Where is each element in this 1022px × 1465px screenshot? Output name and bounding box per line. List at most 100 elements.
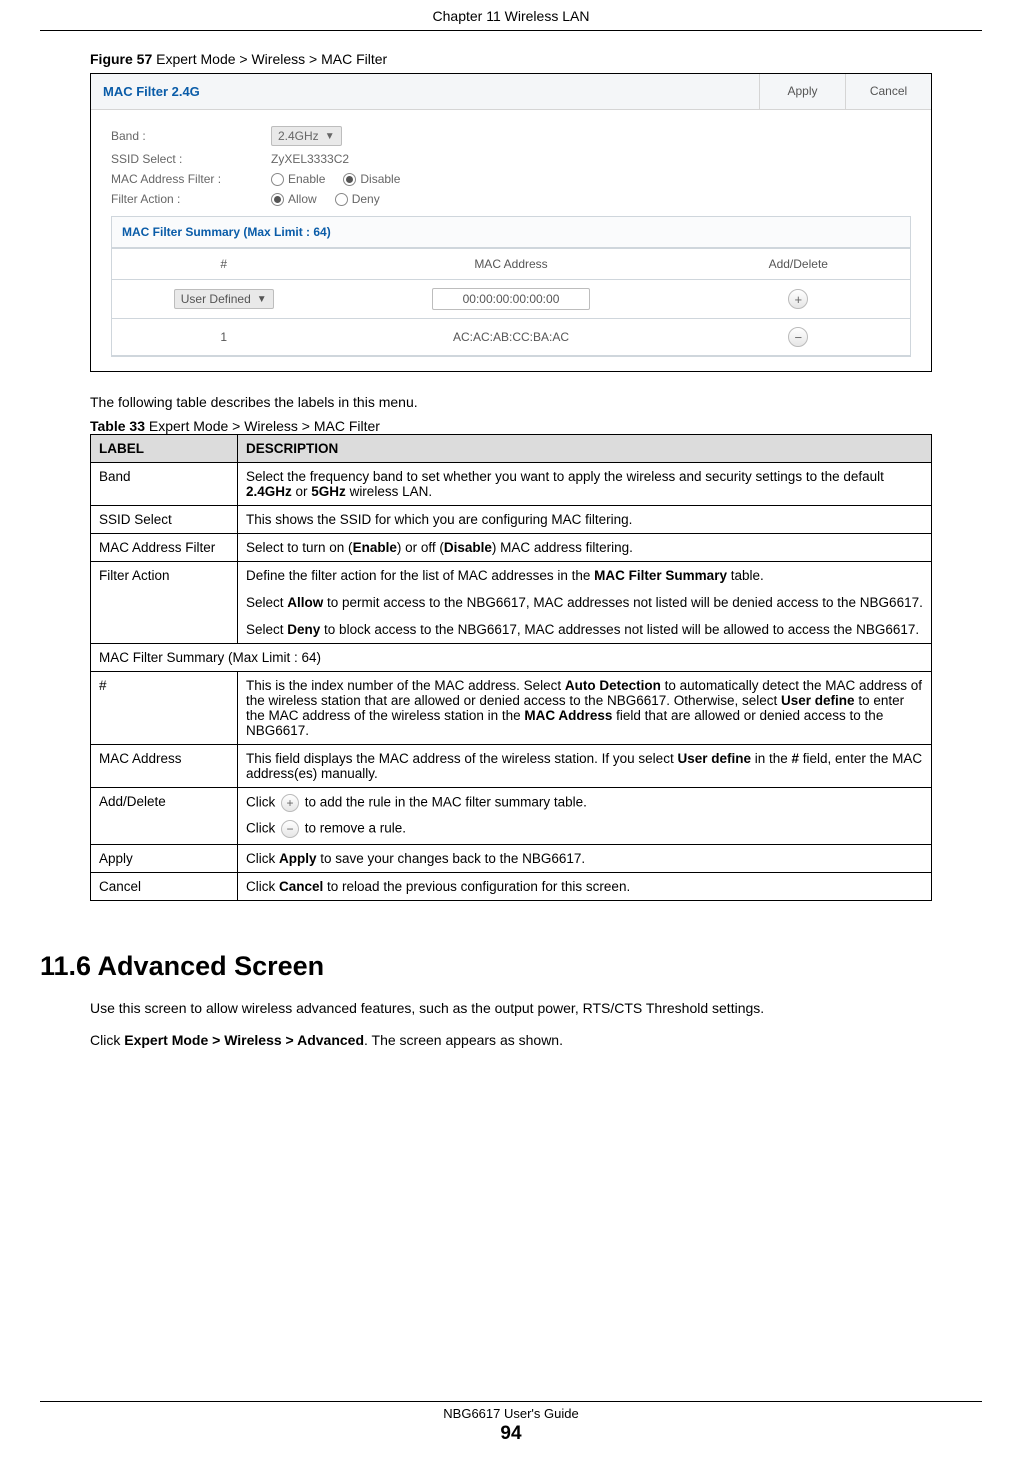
band-select[interactable]: 2.4GHz ▼ xyxy=(271,126,342,146)
deny-radio-label: Deny xyxy=(352,192,380,206)
cell-label: Apply xyxy=(91,845,238,873)
bold-text: Auto Detection xyxy=(565,678,661,693)
table-title: Expert Mode > Wireless > MAC Filter xyxy=(145,418,380,434)
cell-label: Filter Action xyxy=(91,562,238,644)
text: to add the rule in the MAC filter summar… xyxy=(301,795,587,810)
section-paragraph-1: Use this screen to allow wireless advanc… xyxy=(90,1000,932,1016)
row-ssid: SSID Select This shows the SSID for whic… xyxy=(91,506,932,534)
disable-radio[interactable] xyxy=(343,173,356,186)
figure-title: Expert Mode > Wireless > MAC Filter xyxy=(152,51,387,67)
text: in the xyxy=(751,751,792,766)
bold-text: 2.4GHz xyxy=(246,484,292,499)
allow-radio[interactable] xyxy=(271,193,284,206)
cell-desc: This field displays the MAC address of t… xyxy=(238,745,932,788)
row-filter-action: Filter Action Define the filter action f… xyxy=(91,562,932,644)
filter-action-label: Filter Action : xyxy=(111,192,271,206)
delete-icon[interactable]: − xyxy=(788,327,808,347)
cell-desc: Define the filter action for the list of… xyxy=(238,562,932,644)
cell-desc: This shows the SSID for which you are co… xyxy=(238,506,932,534)
text: Click xyxy=(246,795,279,810)
cell-label: MAC Address Filter xyxy=(91,534,238,562)
text: to save your changes back to the NBG6617… xyxy=(317,851,586,866)
text: Select xyxy=(246,595,287,610)
add-icon: + xyxy=(281,794,299,812)
footer-guide-name: NBG6617 User's Guide xyxy=(0,1406,1022,1421)
text: Select to turn on ( xyxy=(246,540,353,555)
band-select-value: 2.4GHz xyxy=(278,129,319,143)
cell-desc: Select the frequency band to set whether… xyxy=(238,463,932,506)
row-type-select[interactable]: User Defined ▼ xyxy=(174,289,274,309)
mac-filter-summary: MAC Filter Summary (Max Limit : 64) # MA… xyxy=(111,216,911,357)
bold-text: Allow xyxy=(287,595,323,610)
bold-text: # xyxy=(792,751,800,766)
text: Click xyxy=(246,879,279,894)
panel-title: MAC Filter 2.4G xyxy=(91,74,759,109)
cancel-button[interactable]: Cancel xyxy=(845,74,931,109)
figure-caption: Figure 57 Expert Mode > Wireless > MAC F… xyxy=(90,51,932,67)
table-number: Table 33 xyxy=(90,418,145,434)
row-mac-address-filter: MAC Address Filter Select to turn on (En… xyxy=(91,534,932,562)
footer-page-number: 94 xyxy=(0,1423,1022,1445)
deny-radio[interactable] xyxy=(335,193,348,206)
add-icon[interactable]: + xyxy=(788,289,808,309)
summary-row-input: User Defined ▼ 00:00:00:00:00:00 + xyxy=(112,280,910,319)
cell-label: SSID Select xyxy=(91,506,238,534)
row-mac-address: MAC Address This field displays the MAC … xyxy=(91,745,932,788)
text: to remove a rule. xyxy=(301,821,406,836)
th-label: LABEL xyxy=(91,435,238,463)
bold-text: MAC Filter Summary xyxy=(594,568,727,583)
cell-label: MAC Address xyxy=(91,745,238,788)
text: ) or off ( xyxy=(397,540,444,555)
section-heading: 11.6 Advanced Screen xyxy=(40,951,932,982)
figure-number: Figure 57 xyxy=(90,51,152,67)
enable-radio[interactable] xyxy=(271,173,284,186)
description-table: LABEL DESCRIPTION Band Select the freque… xyxy=(90,434,932,901)
intro-text: The following table describes the labels… xyxy=(90,394,932,410)
enable-radio-label: Enable xyxy=(288,172,325,186)
cell-desc: Click Apply to save your changes back to… xyxy=(238,845,932,873)
text: Define the filter action for the list of… xyxy=(246,568,594,583)
cell-desc: Click + to add the rule in the MAC filte… xyxy=(238,788,932,845)
chevron-down-icon: ▼ xyxy=(257,294,267,305)
cell-subhead: MAC Filter Summary (Max Limit : 64) xyxy=(91,644,932,672)
row-summary-subhead: MAC Filter Summary (Max Limit : 64) xyxy=(91,644,932,672)
delete-icon: − xyxy=(281,820,299,838)
text: table. xyxy=(727,568,764,583)
bold-text: 5GHz xyxy=(311,484,346,499)
cell-label: Add/Delete xyxy=(91,788,238,845)
cell-label: # xyxy=(91,672,238,745)
col-mac: MAC Address xyxy=(335,249,686,280)
cell-label: Cancel xyxy=(91,873,238,901)
text: ) MAC address filtering. xyxy=(492,540,633,555)
th-description: DESCRIPTION xyxy=(238,435,932,463)
bold-text: MAC Address xyxy=(524,708,612,723)
text: to permit access to the NBG6617, MAC add… xyxy=(323,595,923,610)
text: This is the index number of the MAC addr… xyxy=(246,678,565,693)
row-type-value: User Defined xyxy=(181,292,251,306)
text: This field displays the MAC address of t… xyxy=(246,751,677,766)
text: to reload the previous configuration for… xyxy=(323,879,630,894)
bold-text: Enable xyxy=(353,540,397,555)
text: . The screen appears as shown. xyxy=(364,1032,563,1048)
row-index: 1 xyxy=(112,319,335,356)
ssid-value: ZyXEL3333C2 xyxy=(271,152,349,166)
mac-address-input[interactable]: 00:00:00:00:00:00 xyxy=(432,288,591,310)
summary-header-row: # MAC Address Add/Delete xyxy=(112,249,910,280)
bold-text: Cancel xyxy=(279,879,323,894)
cell-desc: Click Cancel to reload the previous conf… xyxy=(238,873,932,901)
bold-text: User define xyxy=(781,693,855,708)
mac-filter-label: MAC Address Filter : xyxy=(111,172,271,186)
row-cancel: Cancel Click Cancel to reload the previo… xyxy=(91,873,932,901)
section-paragraph-2: Click Expert Mode > Wireless > Advanced.… xyxy=(90,1032,932,1048)
table-caption: Table 33 Expert Mode > Wireless > MAC Fi… xyxy=(90,418,932,434)
bold-text: User define xyxy=(677,751,751,766)
summary-title: MAC Filter Summary (Max Limit : 64) xyxy=(112,217,910,248)
apply-button[interactable]: Apply xyxy=(759,74,845,109)
footer-rule xyxy=(40,1401,982,1402)
text: or xyxy=(292,484,312,499)
band-label: Band : xyxy=(111,129,271,143)
summary-row-1: 1 AC:AC:AB:CC:BA:AC − xyxy=(112,319,910,356)
text: Select xyxy=(246,622,287,637)
text: Click xyxy=(246,851,279,866)
cell-desc: Select to turn on (Enable) or off (Disab… xyxy=(238,534,932,562)
